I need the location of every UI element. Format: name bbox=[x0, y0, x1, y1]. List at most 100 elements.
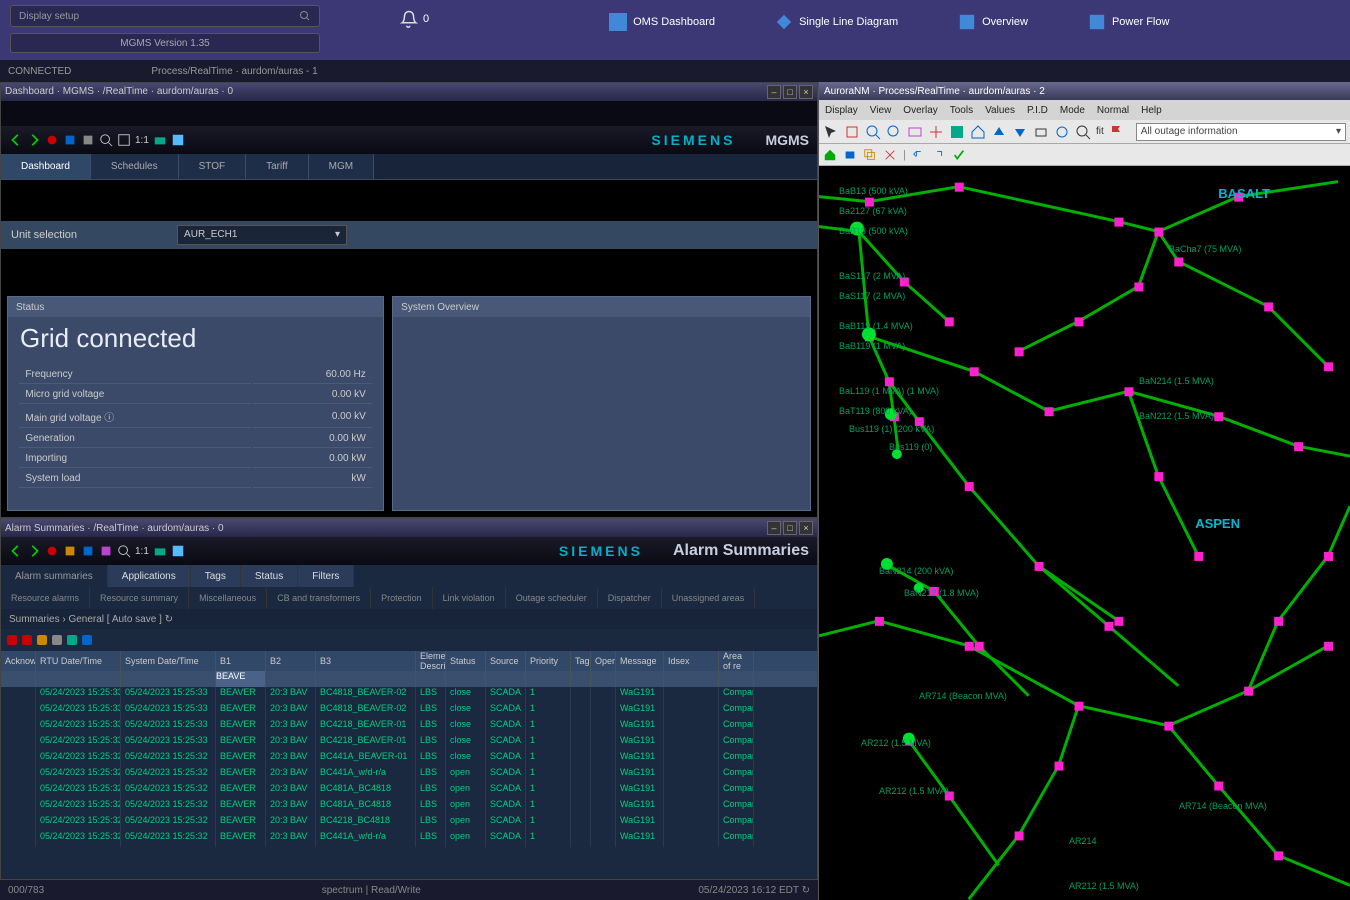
zoom-in-icon[interactable] bbox=[865, 124, 881, 140]
column-filter[interactable]: BEAVE bbox=[216, 671, 266, 687]
tool-icon[interactable] bbox=[81, 133, 95, 147]
fit-icon[interactable] bbox=[117, 133, 131, 147]
column-filter[interactable] bbox=[1, 671, 36, 687]
column-header[interactable]: System Date/Time bbox=[121, 651, 216, 671]
menu-pid[interactable]: P.I.D bbox=[1027, 105, 1048, 116]
record-icon[interactable] bbox=[45, 133, 59, 147]
stop-icon[interactable] bbox=[63, 133, 77, 147]
column-header[interactable]: B3 bbox=[316, 651, 416, 671]
column-filter[interactable] bbox=[316, 671, 416, 687]
table-row[interactable]: 05/24/2023 15:25:3305/24/2023 15:25:33BE… bbox=[1, 703, 817, 719]
version-button[interactable]: MGMS Version 1.35 bbox=[10, 33, 320, 53]
table-row[interactable]: 05/24/2023 15:25:3305/24/2023 15:25:33BE… bbox=[1, 735, 817, 751]
column-filter[interactable] bbox=[486, 671, 526, 687]
tab-stof[interactable]: STOF bbox=[179, 154, 246, 179]
status-dot-red[interactable] bbox=[7, 635, 17, 645]
filter-outage-scheduler[interactable]: Outage scheduler bbox=[506, 587, 598, 609]
home-icon[interactable] bbox=[823, 148, 837, 162]
table-row[interactable]: 05/24/2023 15:25:3205/24/2023 15:25:32BE… bbox=[1, 799, 817, 815]
unit-selection-dropdown[interactable]: AUR_ECH1▾ bbox=[177, 225, 347, 245]
tab-filters[interactable]: Filters bbox=[298, 565, 354, 587]
tab-dashboard[interactable]: Dashboard bbox=[1, 154, 91, 179]
nav-single-line-diagram[interactable]: Single Line Diagram bbox=[775, 13, 898, 31]
close-button[interactable]: × bbox=[799, 521, 813, 535]
print-icon[interactable] bbox=[843, 148, 857, 162]
column-header[interactable]: Operator bbox=[591, 651, 616, 671]
table-row[interactable]: 05/24/2023 15:25:3205/24/2023 15:25:32BE… bbox=[1, 831, 817, 847]
filter-dispatcher[interactable]: Dispatcher bbox=[598, 587, 662, 609]
network-canvas[interactable]: BASALT ASPEN BaB13 (500 kVA)Ba2127 (67 k… bbox=[819, 166, 1350, 900]
table-row[interactable]: 05/24/2023 15:25:3305/24/2023 15:25:33BE… bbox=[1, 687, 817, 703]
menu-overlay[interactable]: Overlay bbox=[903, 105, 937, 116]
menu-help[interactable]: Help bbox=[1141, 105, 1162, 116]
column-header[interactable]: Acknowledge bbox=[1, 651, 36, 671]
column-header[interactable]: B2 bbox=[266, 651, 316, 671]
print-icon[interactable] bbox=[1033, 124, 1049, 140]
menu-values[interactable]: Values bbox=[985, 105, 1015, 116]
column-header[interactable]: Idsex bbox=[664, 651, 719, 671]
stop-icon[interactable] bbox=[81, 544, 95, 558]
tool-icon[interactable] bbox=[99, 544, 113, 558]
fit-icon[interactable] bbox=[907, 124, 923, 140]
hand-icon[interactable] bbox=[844, 124, 860, 140]
back-icon[interactable] bbox=[9, 544, 23, 558]
cut-icon[interactable] bbox=[883, 148, 897, 162]
up-icon[interactable] bbox=[991, 124, 1007, 140]
copy-icon[interactable] bbox=[863, 148, 877, 162]
nav-overview[interactable]: Overview bbox=[958, 13, 1028, 31]
column-header[interactable]: B1 bbox=[216, 651, 266, 671]
column-header[interactable]: Status bbox=[446, 651, 486, 671]
tab-mgm[interactable]: MGM bbox=[309, 154, 374, 179]
tab-status[interactable]: Status bbox=[241, 565, 298, 587]
pointer-icon[interactable] bbox=[823, 124, 839, 140]
close-button[interactable]: × bbox=[799, 85, 813, 99]
home-icon[interactable] bbox=[970, 124, 986, 140]
column-header[interactable]: Area of re bbox=[719, 651, 754, 671]
status-dot-grey[interactable] bbox=[52, 635, 62, 645]
filter-resource-alarms[interactable]: Resource alarms bbox=[1, 587, 90, 609]
table-row[interactable]: 05/24/2023 15:25:3205/24/2023 15:25:32BE… bbox=[1, 815, 817, 831]
menu-view[interactable]: View bbox=[870, 105, 892, 116]
filter-link-violation[interactable]: Link violation bbox=[433, 587, 506, 609]
redo-icon[interactable] bbox=[932, 148, 946, 162]
search-icon[interactable] bbox=[1075, 124, 1091, 140]
layers-icon[interactable] bbox=[153, 544, 167, 558]
zoom-icon[interactable] bbox=[117, 544, 131, 558]
zoom-icon[interactable] bbox=[99, 133, 113, 147]
tab-alarm-summaries[interactable]: Alarm summaries bbox=[1, 565, 108, 587]
table-row[interactable]: 05/24/2023 15:25:3305/24/2023 15:25:33BE… bbox=[1, 719, 817, 735]
column-filter[interactable] bbox=[616, 671, 664, 687]
column-header[interactable]: Message bbox=[616, 651, 664, 671]
refresh-icon[interactable] bbox=[171, 133, 185, 147]
filter-cb-and-transformers[interactable]: CB and transformers bbox=[267, 587, 371, 609]
display-search-input[interactable]: Display setup bbox=[10, 5, 320, 27]
tab-applications[interactable]: Applications bbox=[108, 565, 191, 587]
tab-schedules[interactable]: Schedules bbox=[91, 154, 179, 179]
tab-tariff[interactable]: Tariff bbox=[246, 154, 309, 179]
forward-icon[interactable] bbox=[27, 544, 41, 558]
column-filter[interactable] bbox=[416, 671, 446, 687]
nav-oms-dashboard[interactable]: OMS Dashboard bbox=[609, 13, 715, 31]
refresh-icon[interactable] bbox=[171, 544, 185, 558]
grid-icon[interactable] bbox=[928, 124, 944, 140]
filter-unassigned-areas[interactable]: Unassigned areas bbox=[662, 587, 756, 609]
status-dot-blue[interactable] bbox=[82, 635, 92, 645]
menu-mode[interactable]: Mode bbox=[1060, 105, 1085, 116]
nav-power-flow[interactable]: Power Flow bbox=[1088, 13, 1169, 31]
column-filter[interactable] bbox=[719, 671, 754, 687]
status-dot-red[interactable] bbox=[22, 635, 32, 645]
check-icon[interactable] bbox=[952, 148, 966, 162]
maximize-button[interactable]: □ bbox=[783, 521, 797, 535]
menu-normal[interactable]: Normal bbox=[1097, 105, 1129, 116]
column-header[interactable]: Priority bbox=[526, 651, 571, 671]
status-dot-green[interactable] bbox=[67, 635, 77, 645]
table-row[interactable]: 05/24/2023 15:25:3205/24/2023 15:25:32BE… bbox=[1, 783, 817, 799]
flag-icon[interactable] bbox=[63, 544, 77, 558]
column-filter[interactable] bbox=[446, 671, 486, 687]
flag-icon[interactable] bbox=[1109, 124, 1125, 140]
column-header[interactable]: Tag bbox=[571, 651, 591, 671]
record-icon[interactable] bbox=[45, 544, 59, 558]
loop-icon[interactable] bbox=[1054, 124, 1070, 140]
tab-tags[interactable]: Tags bbox=[191, 565, 241, 587]
filter-protection[interactable]: Protection bbox=[371, 587, 433, 609]
